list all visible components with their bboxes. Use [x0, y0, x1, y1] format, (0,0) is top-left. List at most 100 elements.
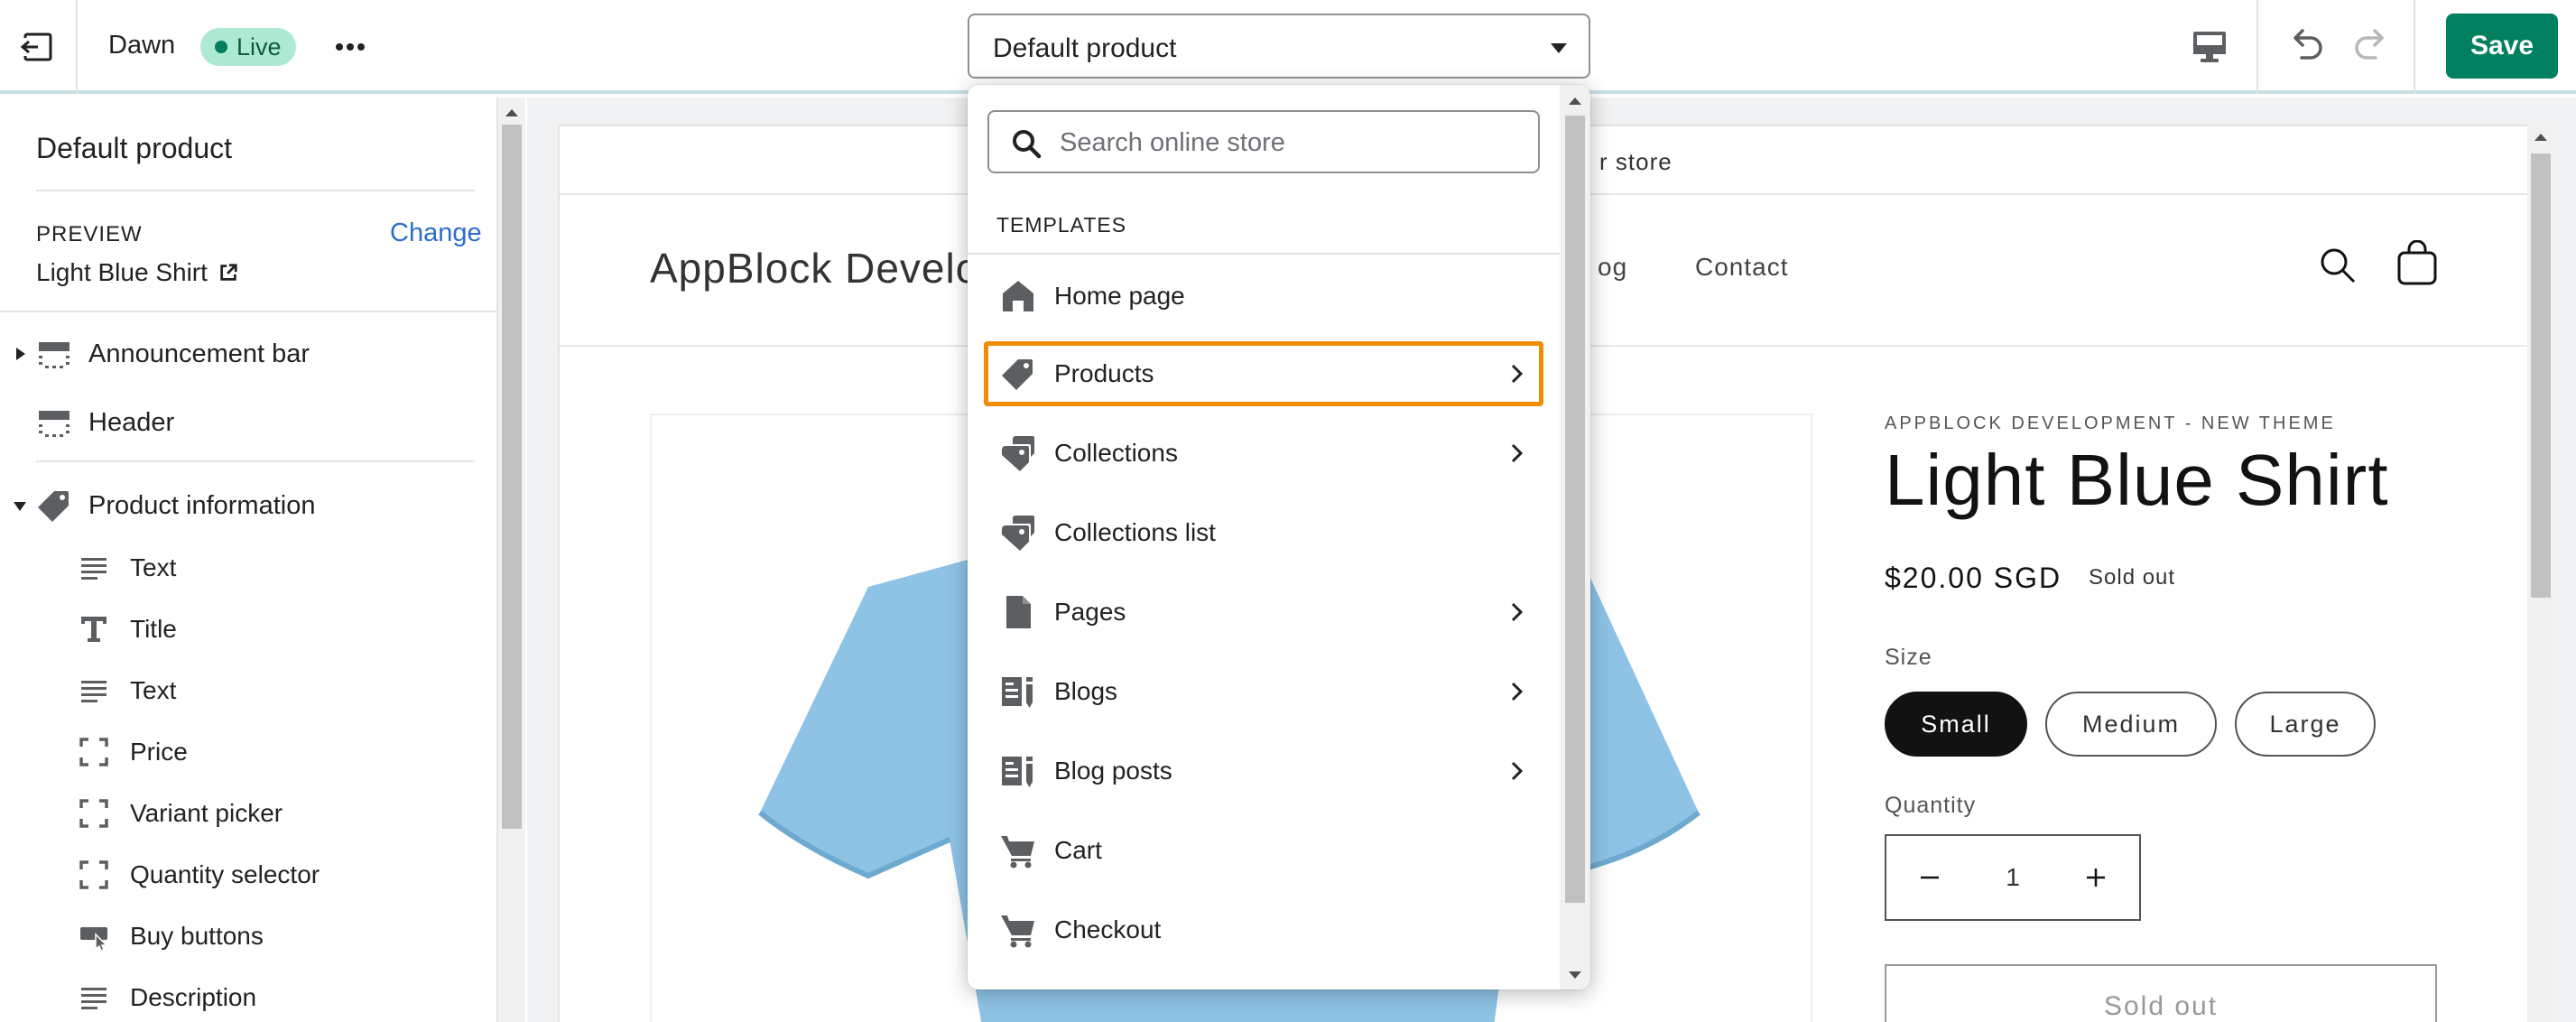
block-quantity-selector[interactable]: Quantity selector — [78, 852, 320, 897]
sidebar-title: Default product — [36, 132, 233, 164]
block-variant-picker[interactable]: Variant picker — [78, 791, 283, 836]
search-input[interactable] — [1060, 119, 1520, 166]
divider — [2414, 0, 2415, 94]
quantity-stepper: 1 — [1885, 834, 2141, 921]
status-badge-label: Live — [236, 33, 282, 60]
section-label: Header — [88, 407, 175, 437]
blog-icon — [1002, 677, 1033, 708]
desktop-preview-icon[interactable] — [2190, 27, 2229, 67]
template-selector-label: Default product — [993, 33, 1177, 63]
cart-icon — [1001, 836, 1034, 869]
block-buy-buttons[interactable]: Buy buttons — [78, 914, 264, 959]
size-label: Size — [1885, 645, 1932, 670]
block-label: Quantity selector — [130, 860, 320, 888]
home-icon — [1003, 281, 1033, 311]
caret-down-icon — [1551, 43, 1567, 53]
divider — [36, 190, 475, 191]
buy-buttons-icon — [80, 927, 108, 952]
sold-out-button[interactable]: Sold out — [1885, 964, 2437, 1022]
product-price: $20.00 SGD — [1885, 562, 2062, 594]
block-label: Buy buttons — [130, 922, 264, 950]
tag-icon — [38, 491, 69, 522]
chevron-right-icon — [1511, 602, 1524, 622]
scroll-down-arrow-icon[interactable] — [1567, 968, 1583, 982]
preview-product-label: Light Blue Shirt — [36, 258, 208, 286]
block-label: Price — [130, 738, 188, 766]
block-title[interactable]: Title — [78, 607, 177, 652]
template-item-collections[interactable]: Collections — [984, 421, 1543, 486]
section-product-information[interactable]: Product information — [0, 480, 315, 531]
size-option-large[interactable]: Large — [2235, 692, 2376, 757]
divider — [36, 460, 475, 462]
undo-icon[interactable] — [2285, 25, 2327, 67]
dropdown-scrollbar-thumb[interactable] — [1565, 116, 1585, 903]
template-item-blogs[interactable]: Blogs — [984, 659, 1543, 724]
store-logo[interactable]: AppBlock Develo — [650, 244, 979, 293]
text-lines-icon — [81, 558, 107, 580]
preview-product[interactable]: Light Blue Shirt — [36, 258, 238, 287]
collections-icon — [1002, 516, 1034, 551]
block-price[interactable]: Price — [78, 729, 188, 775]
nav-link-blog[interactable]: og — [1598, 253, 1627, 282]
nav-link-contact[interactable]: Contact — [1695, 253, 1789, 282]
product-vendor: APPBLOCK DEVELOPMENT - NEW THEME — [1885, 413, 2336, 433]
text-lines-icon — [81, 988, 107, 1009]
scroll-up-arrow-icon[interactable] — [2533, 130, 2549, 144]
save-button[interactable]: Save — [2446, 14, 2558, 79]
divider — [968, 253, 1560, 255]
block-text[interactable]: Text — [78, 668, 176, 713]
search-field[interactable] — [987, 110, 1540, 173]
caret-down-icon[interactable] — [11, 497, 29, 515]
dashed-frame-icon — [79, 799, 108, 828]
tag-icon — [1002, 359, 1033, 390]
template-item-label: Home page — [1054, 282, 1185, 310]
template-item-label: Cart — [1054, 836, 1102, 864]
external-link-icon — [220, 264, 237, 281]
section-header[interactable]: Header — [0, 397, 174, 448]
section-label: Announcement bar — [88, 339, 310, 368]
plus-icon[interactable] — [2085, 867, 2107, 888]
section-icon — [39, 411, 69, 437]
chevron-right-icon — [1511, 364, 1524, 384]
cart-icon — [1001, 915, 1034, 948]
template-item-home-page[interactable]: Home page — [984, 264, 1543, 329]
search-icon — [1013, 130, 1042, 159]
announcement-text: r store — [1599, 148, 1673, 175]
scroll-up-arrow-icon[interactable] — [502, 105, 522, 121]
sidebar-scrollbar-thumb[interactable] — [502, 125, 522, 829]
template-item-pages[interactable]: Pages — [984, 580, 1543, 645]
template-selector[interactable]: Default product — [968, 14, 1590, 79]
template-item-checkout[interactable]: Checkout — [984, 897, 1543, 962]
caret-right-icon[interactable] — [11, 345, 29, 363]
cart-bag-icon[interactable] — [2394, 240, 2441, 287]
section-announcement-bar[interactable]: Announcement bar — [0, 329, 310, 379]
live-dot-icon — [215, 41, 227, 53]
template-dropdown: TEMPLATES Home page Products Collections — [968, 85, 1590, 989]
template-item-label: Products — [1054, 359, 1154, 387]
scroll-up-arrow-icon[interactable] — [1567, 94, 1583, 108]
block-text[interactable]: Text — [78, 545, 176, 590]
canvas-scrollbar-thumb[interactable] — [2531, 153, 2551, 598]
template-item-products[interactable]: Products — [984, 341, 1543, 406]
size-option-medium[interactable]: Medium — [2045, 692, 2217, 757]
preview-label: PREVIEW — [36, 222, 143, 246]
dashed-frame-icon — [79, 860, 108, 889]
product-title: Light Blue Shirt — [1885, 440, 2389, 520]
status-badge: Live — [200, 28, 296, 66]
divider — [2256, 0, 2258, 94]
block-description[interactable]: Description — [78, 975, 256, 1020]
search-icon[interactable] — [2316, 244, 2359, 287]
redo-icon[interactable] — [2350, 25, 2392, 67]
block-label: Description — [130, 983, 257, 1011]
template-item-blog-posts[interactable]: Blog posts — [984, 739, 1543, 804]
blog-icon — [1002, 757, 1033, 787]
size-option-small[interactable]: Small — [1885, 692, 2027, 757]
dashed-frame-icon — [79, 738, 108, 766]
template-item-cart[interactable]: Cart — [984, 818, 1543, 883]
template-item-collections-list[interactable]: Collections list — [984, 500, 1543, 565]
change-preview-link[interactable]: Change — [390, 218, 482, 248]
chevron-right-icon — [1511, 761, 1524, 781]
sold-out-badge: Sold out — [2089, 565, 2176, 590]
exit-icon[interactable] — [20, 29, 56, 65]
more-actions-icon[interactable] — [332, 29, 368, 65]
